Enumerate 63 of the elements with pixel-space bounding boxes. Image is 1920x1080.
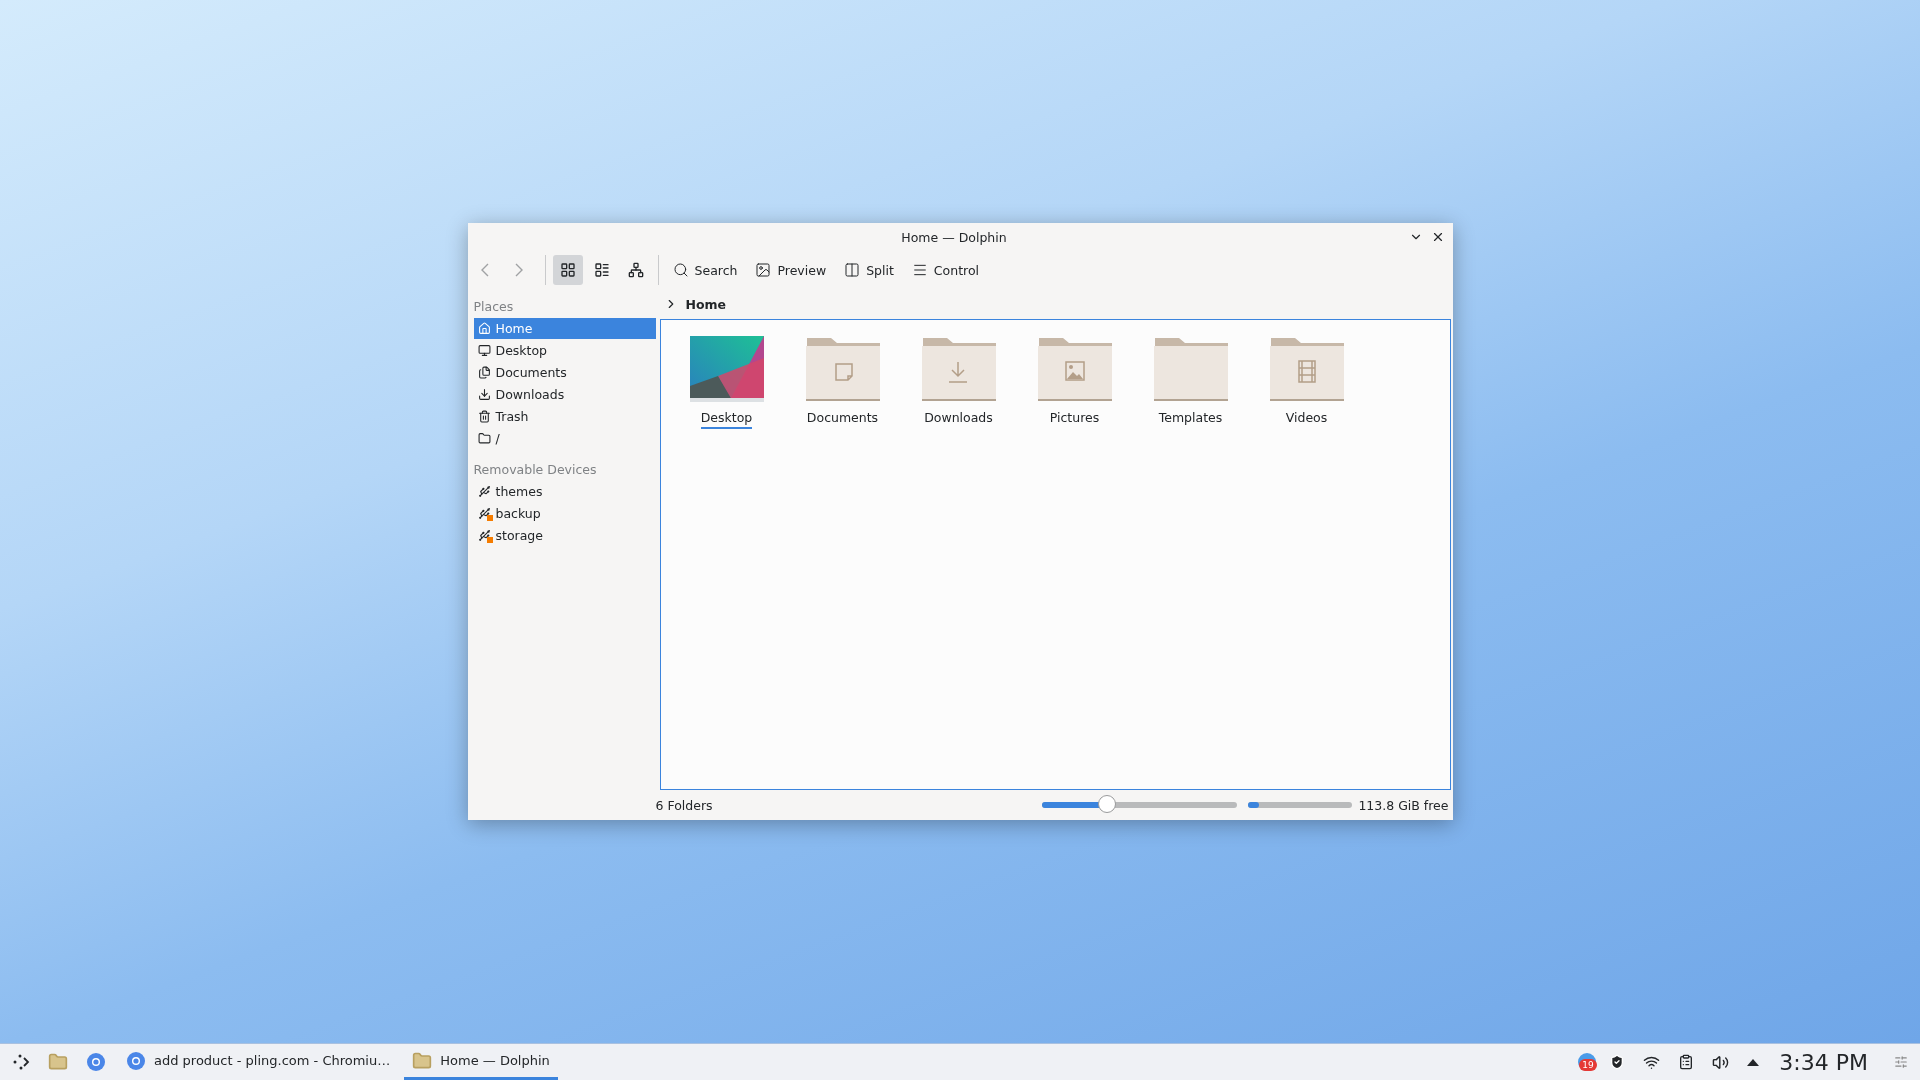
videos-folder-icon — [1269, 336, 1344, 402]
sliders-icon[interactable] — [1894, 1055, 1908, 1069]
slider-handle[interactable] — [1097, 795, 1116, 813]
expand-triangle-icon[interactable] — [1747, 1058, 1760, 1066]
monitor-icon — [477, 344, 491, 357]
sidebar-item[interactable]: backup — [473, 503, 656, 524]
sidebar-item[interactable]: Desktop — [473, 340, 656, 361]
window-title: Home — Dolphin — [900, 229, 1008, 245]
clipboard-icon[interactable] — [1678, 1054, 1695, 1070]
menu-button[interactable]: Control — [904, 255, 987, 285]
file-name[interactable]: Videos — [1285, 410, 1328, 429]
image-icon — [755, 262, 772, 278]
usb-drive-icon — [477, 485, 491, 498]
folder-icon — [477, 432, 491, 445]
preview-button[interactable]: Preview — [748, 255, 834, 285]
menu-icon — [911, 262, 928, 278]
chevron-right-icon — [514, 263, 523, 277]
tree-view-icon — [627, 262, 644, 278]
download-icon — [477, 388, 491, 401]
split-button[interactable]: Split — [837, 255, 901, 285]
sidebar-item[interactable]: Home — [473, 318, 656, 339]
file-name[interactable]: Templates — [1158, 410, 1223, 429]
sidebar-item[interactable]: storage — [473, 525, 656, 546]
shield-icon[interactable] — [1609, 1054, 1626, 1070]
file-name[interactable]: Documents — [806, 410, 879, 429]
home-icon — [477, 322, 491, 335]
task-button[interactable]: add product - pling.com - Chromiu… — [118, 1044, 399, 1080]
compact-view-icon — [593, 262, 610, 278]
section-heading: Places — [473, 298, 515, 316]
document-icon — [477, 366, 491, 379]
split-icon — [844, 262, 861, 278]
icon-view-icon — [559, 262, 576, 278]
sidebar-item[interactable]: / — [473, 428, 656, 449]
folder-icon — [412, 1050, 433, 1071]
folder-icon — [1153, 336, 1228, 402]
pictures-folder-icon — [1037, 336, 1112, 402]
downloads-folder-icon — [921, 336, 996, 402]
trash-icon — [477, 410, 491, 423]
file-name[interactable]: Pictures — [1049, 410, 1100, 429]
documents-folder-icon — [805, 336, 880, 402]
notification-badge[interactable]: 19 — [1577, 1052, 1598, 1072]
task-button[interactable]: Home — Dolphin — [404, 1044, 558, 1080]
file-name[interactable]: Downloads — [924, 410, 993, 429]
search-icon — [672, 262, 689, 278]
sidebar-item[interactable]: Trash — [473, 406, 656, 427]
status-text: 6 Folders — [655, 797, 714, 813]
file-name[interactable]: Desktop — [700, 410, 753, 429]
usb-drive-warning-icon — [477, 529, 491, 542]
browser-icon — [126, 1050, 146, 1071]
search-button[interactable]: Search — [665, 255, 745, 285]
launcher-dots-icon[interactable] — [12, 1053, 30, 1071]
free-space-text: 113.8 GiB free — [1358, 797, 1449, 813]
browser-icon[interactable] — [86, 1052, 106, 1072]
sidebar-item[interactable]: Downloads — [473, 384, 656, 405]
usb-drive-warning-icon — [477, 507, 491, 520]
breadcrumb-item[interactable]: Home — [685, 296, 727, 312]
sidebar-item[interactable]: themes — [473, 481, 656, 502]
section-heading: Removable Devices — [473, 461, 598, 479]
clock[interactable]: 3:34 PM — [1779, 1049, 1868, 1075]
sidebar-item[interactable]: Documents — [473, 362, 656, 383]
chevron-left-icon — [480, 263, 489, 277]
volume-icon[interactable] — [1712, 1053, 1730, 1071]
icon-view-button[interactable] — [552, 255, 583, 285]
